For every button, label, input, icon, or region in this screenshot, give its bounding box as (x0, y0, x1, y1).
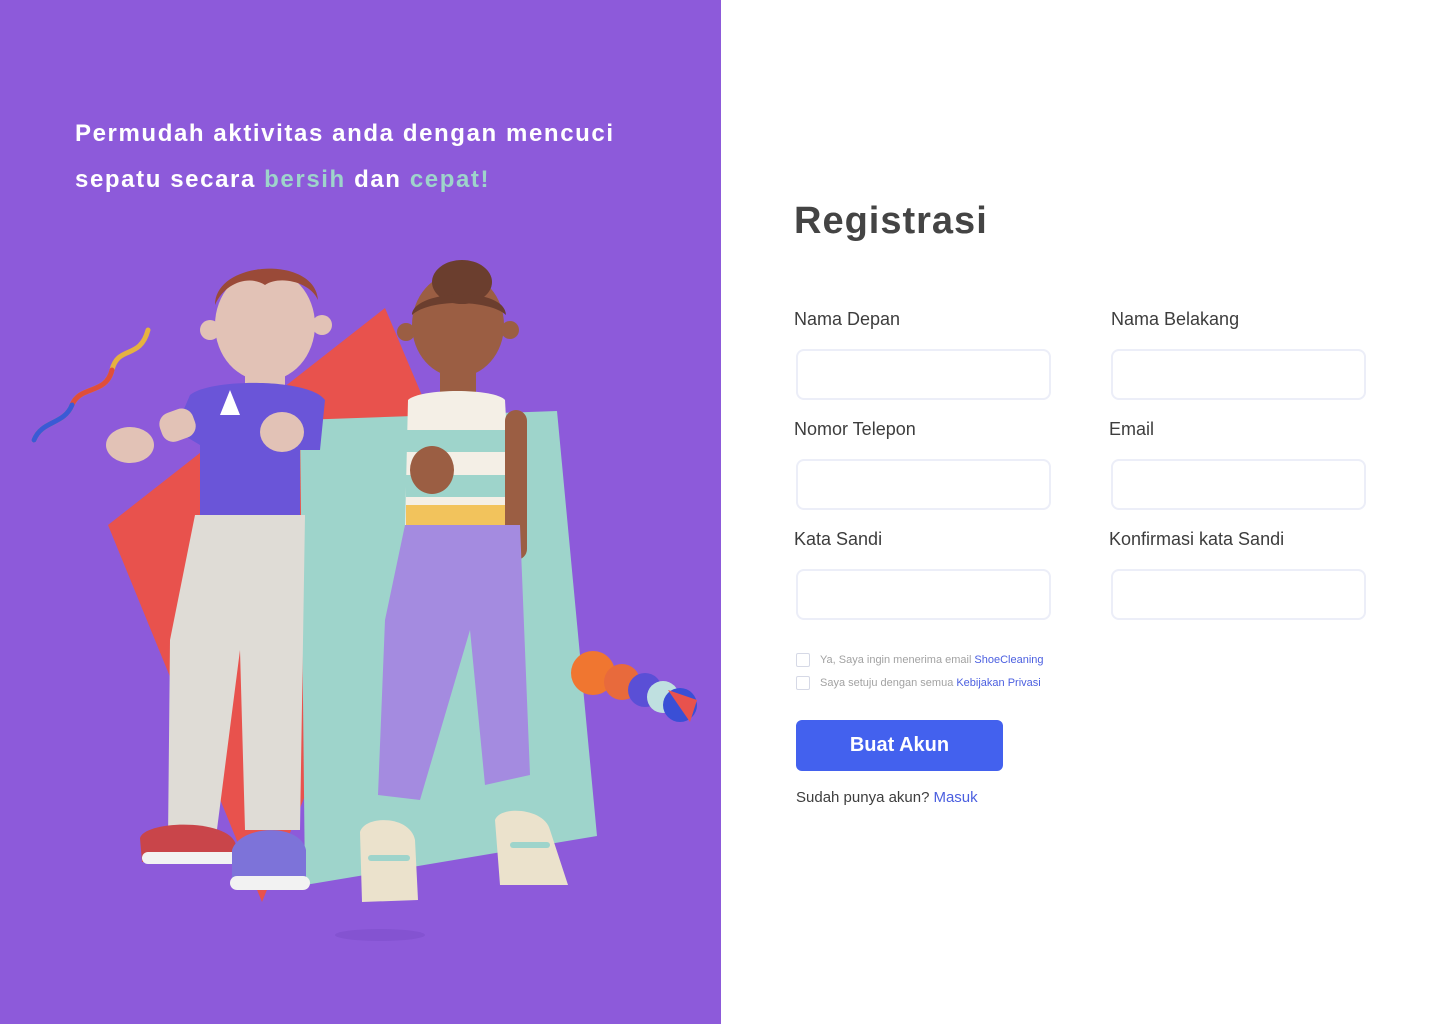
newsletter-text: Ya, Saya ingin menerima email (820, 654, 972, 666)
hero-illustration (31, 260, 697, 941)
hero-highlight-bersih: bersih (264, 166, 346, 193)
login-prompt-text: Sudah punya akun? (796, 789, 930, 806)
create-account-button[interactable]: Buat Akun (796, 720, 1003, 771)
shoecleaning-link[interactable]: ShoeCleaning (974, 654, 1043, 666)
phone-label: Nomor Telepon (794, 419, 916, 439)
newsletter-checkbox[interactable] (796, 653, 810, 667)
login-prompt-row: Sudah punya akun? Masuk (796, 789, 978, 806)
hero-line-2-prefix: sepatu secara (75, 166, 265, 193)
password-label: Kata Sandi (794, 529, 883, 549)
phone-input[interactable] (796, 459, 1051, 510)
newsletter-option: Ya, Saya ingin menerima email ShoeCleani… (796, 653, 1044, 667)
last-name-input[interactable] (1111, 349, 1366, 400)
hero-headline: Permudah aktivitas anda dengan mencuci s… (75, 111, 675, 203)
email-label: Email (1109, 419, 1155, 439)
form-panel (721, 0, 1440, 1024)
page-title: Registrasi (794, 200, 988, 242)
privacy-text: Saya setuju dengan semua (820, 677, 954, 689)
bead-decoration (571, 651, 697, 722)
password-input[interactable] (796, 569, 1051, 620)
confirm-password-input[interactable] (1111, 569, 1366, 620)
first-name-input[interactable] (796, 349, 1051, 400)
privacy-option: Saya setuju dengan semua Kebijakan Priva… (796, 676, 1041, 690)
first-name-label: Nama Depan (794, 309, 901, 329)
login-link[interactable]: Masuk (933, 789, 977, 806)
hero-connector: dan (345, 166, 410, 193)
hero-panel: Permudah aktivitas anda dengan mencuci s… (0, 0, 721, 1024)
last-name-label: Nama Belakang (1111, 309, 1240, 329)
confirm-password-label: Konfirmasi kata Sandi (1109, 529, 1285, 549)
privacy-policy-link[interactable]: Kebijakan Privasi (956, 677, 1040, 689)
privacy-checkbox[interactable] (796, 676, 810, 690)
email-input[interactable] (1111, 459, 1366, 510)
hero-line-1: Permudah aktivitas anda dengan mencuci (75, 120, 615, 147)
hero-highlight-cepat: cepat! (409, 166, 491, 193)
